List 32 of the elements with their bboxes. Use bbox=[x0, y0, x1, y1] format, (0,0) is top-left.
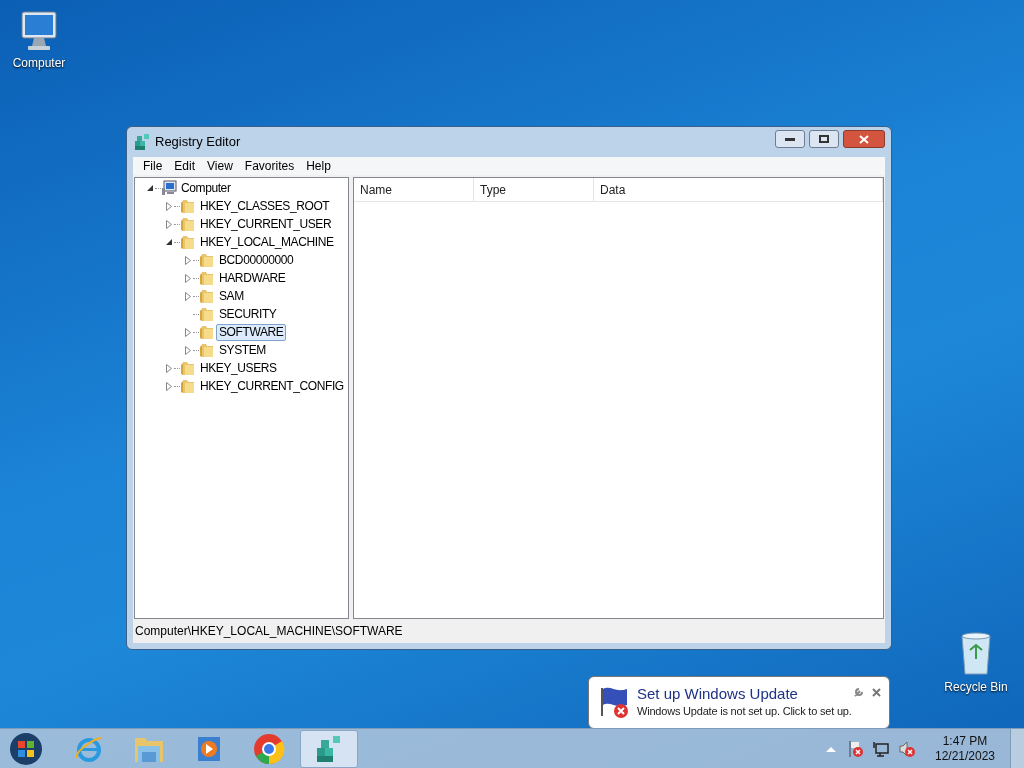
tree-item[interactable]: HKEY_LOCAL_MACHINE bbox=[197, 233, 337, 251]
menu-item[interactable]: Help bbox=[300, 158, 337, 174]
tree-item[interactable]: SOFTWARE bbox=[216, 323, 287, 341]
notification-balloon[interactable]: Set up Windows Update Windows Update is not set up. Click to set up. bbox=[588, 676, 890, 729]
desktop-icon-label: Recycle Bin bbox=[944, 679, 1008, 696]
status-bar-text: Computer\HKEY_LOCAL_MACHINE\SOFTWARE bbox=[135, 623, 403, 640]
notification-title: Set up Windows Update bbox=[637, 685, 799, 703]
tree-item[interactable]: HARDWARE bbox=[216, 269, 289, 287]
menu-item[interactable]: View bbox=[201, 158, 239, 174]
menu-item[interactable]: File bbox=[137, 158, 169, 174]
tree-item[interactable]: SYSTEM bbox=[216, 341, 269, 359]
tree-item[interactable]: SAM bbox=[216, 287, 247, 305]
desktop-icon-label: Computer bbox=[12, 55, 66, 72]
tree-item[interactable]: SECURITY bbox=[216, 305, 280, 323]
notification-message: Windows Update is not set up. Click to set up. bbox=[637, 704, 852, 719]
menu-item[interactable]: Favorites bbox=[238, 158, 301, 174]
clock-time: 1:47 PM bbox=[942, 733, 988, 749]
menu-item[interactable]: Edit bbox=[168, 158, 202, 174]
clock-date: 12/21/2023 bbox=[934, 748, 996, 764]
window-title: Registry Editor bbox=[155, 133, 241, 152]
column-header[interactable]: Data bbox=[594, 178, 883, 202]
tree-item[interactable]: Computer bbox=[178, 179, 234, 197]
clock[interactable]: 1:47 PM 12/21/2023 bbox=[930, 733, 1000, 764]
tree-item[interactable]: BCD00000000 bbox=[216, 251, 297, 269]
tree-item[interactable]: HKEY_CURRENT_CONFIG bbox=[197, 377, 347, 395]
computer-desktop-icon[interactable]: Computer bbox=[6, 8, 72, 72]
column-header[interactable]: Type bbox=[474, 178, 594, 202]
tree-item[interactable]: HKEY_CLASSES_ROOT bbox=[197, 197, 333, 215]
tree-item[interactable]: HKEY_USERS bbox=[197, 359, 280, 377]
column-header[interactable]: Name bbox=[354, 178, 474, 202]
recycle-bin-desktop-icon[interactable]: Recycle Bin bbox=[940, 630, 1012, 696]
tree-item[interactable]: HKEY_CURRENT_USER bbox=[197, 215, 335, 233]
